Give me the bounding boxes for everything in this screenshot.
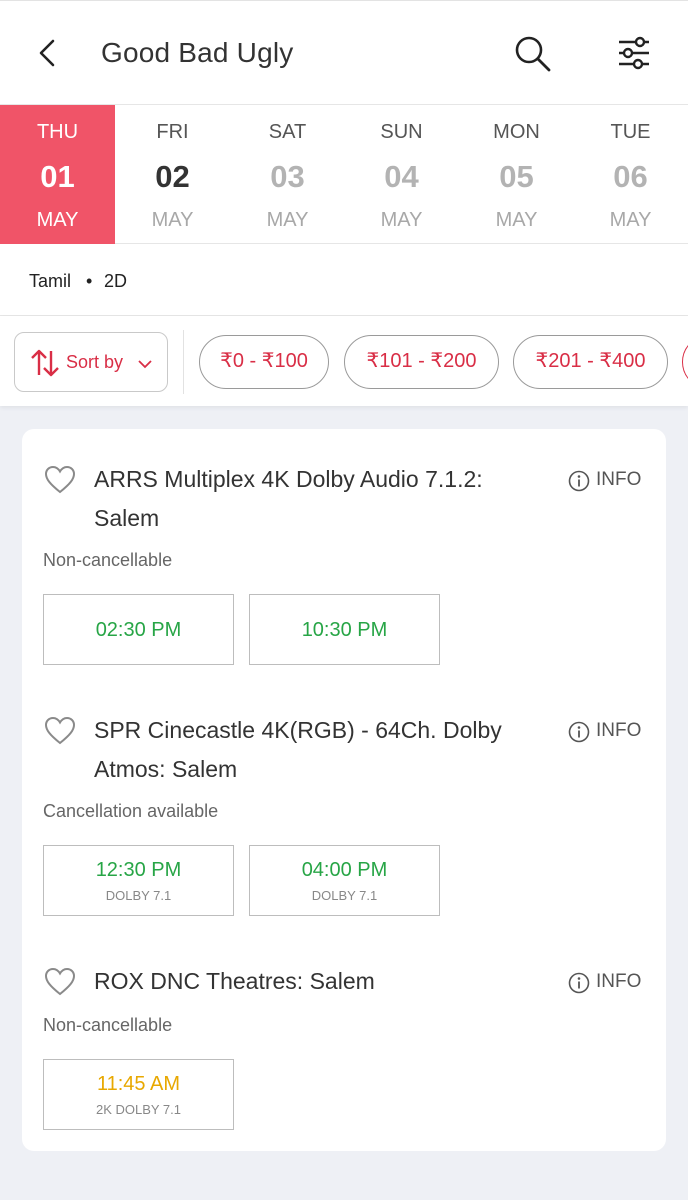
info-label: INFO — [596, 971, 642, 992]
format-separator: • — [86, 271, 93, 291]
search-icon — [515, 36, 551, 72]
heart-icon[interactable] — [44, 465, 76, 495]
info-label: INFO — [596, 720, 642, 741]
heart-icon[interactable] — [44, 967, 76, 997]
date-month: MAY — [609, 209, 652, 231]
showtime-button[interactable]: 04:00 PM DOLBY 7.1 — [249, 845, 440, 916]
back-button[interactable] — [30, 35, 66, 71]
venue-name[interactable]: SPR Cinecastle 4K(RGB) - 64Ch. Dolby Atm… — [94, 711, 534, 789]
language-label: Tamil — [29, 271, 72, 291]
filter-divider — [183, 330, 184, 394]
date-item-sun-04[interactable]: SUN 04 MAY — [344, 105, 459, 244]
cancellation-note: Non-cancellable — [43, 1015, 173, 1035]
date-weekday: TUE — [610, 121, 651, 143]
date-month: MAY — [380, 209, 423, 231]
price-filter-0-100[interactable]: ₹0 - ₹100 — [199, 335, 329, 389]
info-icon — [568, 972, 590, 994]
showtime-time: 11:45 AM — [96, 1073, 181, 1095]
date-item-mon-05[interactable]: MON 05 MAY — [459, 105, 574, 244]
date-selector: THU 01 MAY FRI 02 MAY SAT 03 MAY SUN 04 … — [0, 104, 688, 244]
format-bar: Tamil • 2D — [0, 244, 688, 316]
showtime-time: 12:30 PM — [95, 859, 182, 881]
showtime-button[interactable]: 02:30 PM — [43, 594, 234, 665]
date-weekday: FRI — [156, 121, 189, 143]
filter-button[interactable] — [614, 35, 654, 71]
cancellation-note: Non-cancellable — [43, 550, 173, 570]
search-button[interactable] — [512, 33, 552, 73]
date-month: MAY — [36, 209, 79, 231]
info-button[interactable]: INFO — [568, 468, 648, 494]
date-weekday: THU — [36, 121, 79, 143]
date-weekday: MON — [493, 121, 540, 143]
info-icon — [568, 721, 590, 743]
price-filter-next-partial[interactable] — [682, 335, 688, 389]
showtime-format: DOLBY 7.1 — [105, 888, 172, 903]
venue-name[interactable]: ARRS Multiplex 4K Dolby Audio 7.1.2: Sal… — [94, 460, 534, 538]
price-filter-101-200[interactable]: ₹101 - ₹200 — [344, 335, 499, 389]
date-day: 01 — [40, 159, 75, 194]
date-day: 06 — [613, 159, 648, 194]
showtime-time: 10:30 PM — [301, 619, 388, 641]
sort-arrows-icon — [31, 349, 59, 377]
info-button[interactable]: INFO — [568, 719, 648, 745]
venue-list: ARRS Multiplex 4K Dolby Audio 7.1.2: Sal… — [22, 429, 666, 1151]
dimension-label: 2D — [104, 271, 128, 291]
showtime-button[interactable]: 11:45 AM 2K DOLBY 7.1 — [43, 1059, 234, 1130]
date-item-sat-03[interactable]: SAT 03 MAY — [230, 105, 345, 244]
filter-bar: Sort by ₹0 - ₹100 ₹101 - ₹200 ₹201 - ₹40… — [0, 316, 688, 406]
sort-by-button[interactable]: Sort by — [14, 332, 168, 392]
date-weekday: SAT — [268, 121, 307, 143]
cancellation-note: Cancellation available — [43, 801, 219, 821]
info-label: INFO — [596, 469, 642, 490]
price-filter-201-400[interactable]: ₹201 - ₹400 — [513, 335, 668, 389]
info-icon — [568, 470, 590, 492]
date-month: MAY — [495, 209, 538, 231]
top-app-bar: Good Bad Ugly — [0, 0, 688, 104]
date-day: 04 — [384, 159, 419, 194]
info-button[interactable]: INFO — [568, 970, 648, 996]
showtime-time: 04:00 PM — [301, 859, 388, 881]
date-item-fri-02[interactable]: FRI 02 MAY — [115, 105, 230, 244]
showtime-format: 2K DOLBY 7.1 — [95, 1102, 182, 1117]
date-day: 05 — [499, 159, 534, 194]
date-month: MAY — [151, 209, 194, 231]
sort-by-label: Sort by — [66, 352, 124, 372]
showtime-button[interactable]: 12:30 PM DOLBY 7.1 — [43, 845, 234, 916]
page-title: Good Bad Ugly — [101, 37, 294, 68]
date-item-tue-06[interactable]: TUE 06 MAY — [573, 105, 688, 244]
showtime-time: 02:30 PM — [95, 619, 182, 641]
date-month: MAY — [266, 209, 309, 231]
date-weekday: SUN — [380, 121, 423, 143]
date-day: 03 — [270, 159, 305, 194]
showtime-button[interactable]: 10:30 PM — [249, 594, 440, 665]
date-item-thu-01[interactable]: THU 01 MAY — [0, 105, 115, 244]
date-day: 02 — [155, 159, 190, 194]
venue-name[interactable]: ROX DNC Theatres: Salem — [94, 962, 534, 1001]
chevron-down-icon — [138, 360, 152, 369]
filter-sliders-icon — [619, 36, 649, 70]
back-arrow-icon — [39, 39, 55, 67]
showtime-format: DOLBY 7.1 — [311, 888, 378, 903]
heart-icon[interactable] — [44, 716, 76, 746]
